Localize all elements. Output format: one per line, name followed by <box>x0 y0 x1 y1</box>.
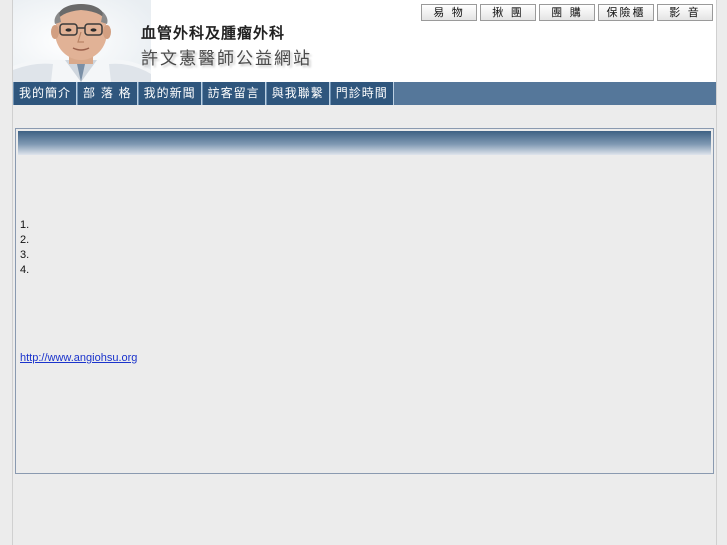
list-item: 4. <box>20 264 30 276</box>
numbered-list: 1. 2. 3. 4. <box>20 218 29 278</box>
main-nav: 我的簡介 部 落 格 我的新聞 訪客留言 與我聯繫 門診時間 <box>13 82 716 105</box>
content-panel: 1. 2. 3. 4. http://www.angiohsu.org <box>15 128 714 474</box>
nav-item-guestbook[interactable]: 訪客留言 <box>201 82 266 105</box>
site-header: 血管外科及腫瘤外科 許文憲醫師公益網站 易 物 揪 團 團 購 保險櫃 影 音 <box>13 0 716 82</box>
top-link-media[interactable]: 影 音 <box>657 4 713 21</box>
nav-item-contact[interactable]: 與我聯繫 <box>265 82 330 105</box>
top-links: 易 物 揪 團 團 購 保險櫃 影 音 <box>421 4 713 21</box>
page-container: 血管外科及腫瘤外科 許文憲醫師公益網站 易 物 揪 團 團 購 保險櫃 影 音 … <box>12 0 717 545</box>
nav-item-blog[interactable]: 部 落 格 <box>77 82 138 105</box>
website-link[interactable]: http://www.angiohsu.org <box>20 352 137 364</box>
site-title: 許文憲醫師公益網站 <box>141 49 312 69</box>
top-link-safe[interactable]: 保險櫃 <box>598 4 654 21</box>
nav-item-news[interactable]: 我的新聞 <box>137 82 202 105</box>
content-header-bar <box>18 131 711 155</box>
site-subtitle: 血管外科及腫瘤外科 <box>141 24 286 42</box>
list-item: 1. <box>20 219 30 231</box>
nav-item-profile[interactable]: 我的簡介 <box>13 82 78 105</box>
doctor-portrait <box>13 0 151 82</box>
list-item: 3. <box>20 249 30 261</box>
top-link-group-buy[interactable]: 團 購 <box>539 4 595 21</box>
nav-item-clinic-hours[interactable]: 門診時間 <box>329 82 394 105</box>
top-link-barter[interactable]: 易 物 <box>421 4 477 21</box>
top-link-group[interactable]: 揪 團 <box>480 4 536 21</box>
list-item: 2. <box>20 234 30 246</box>
